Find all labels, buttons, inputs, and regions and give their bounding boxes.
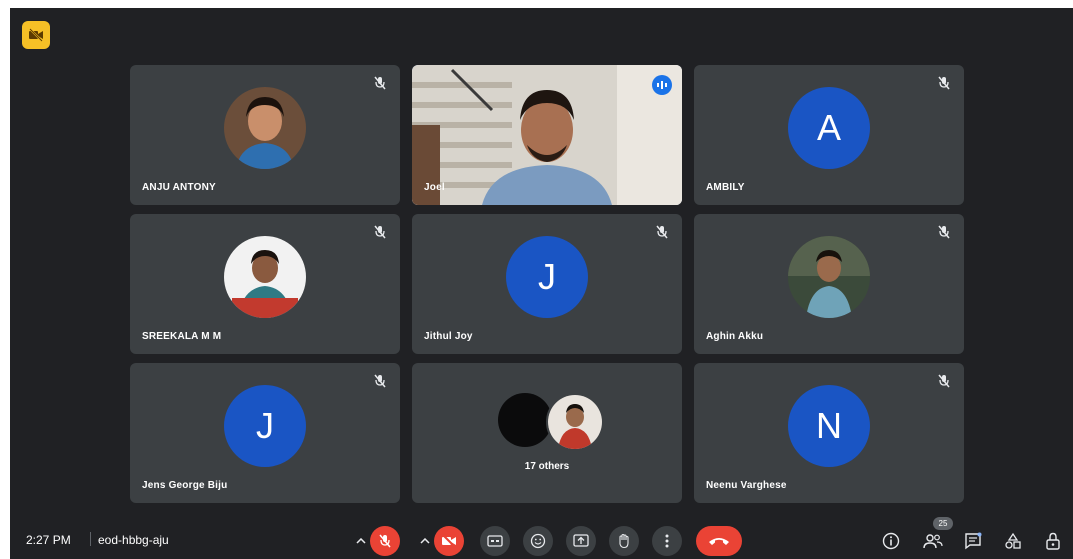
- clock: 2:27 PM: [26, 533, 71, 547]
- mic-off-icon: [374, 76, 386, 90]
- activities-button[interactable]: [1000, 528, 1026, 554]
- chat-button[interactable]: [960, 528, 986, 554]
- captions-button[interactable]: [480, 526, 510, 556]
- mic-toggle-button[interactable]: [370, 526, 400, 556]
- raise-hand-icon: [619, 533, 629, 549]
- camera-toggle-button[interactable]: [434, 526, 464, 556]
- others-avatar-dark: [498, 393, 552, 447]
- mic-off-icon: [374, 225, 386, 239]
- participant-avatar: A: [788, 87, 870, 169]
- meeting-code[interactable]: eod-hbbg-aju: [98, 533, 169, 547]
- present-icon: [573, 534, 589, 547]
- host-controls-button[interactable]: [1040, 528, 1066, 554]
- participant-name: AMBILY: [706, 182, 745, 193]
- more-vert-icon: [665, 534, 669, 548]
- participant-tile[interactable]: A AMBILY: [694, 65, 964, 205]
- people-button[interactable]: [920, 528, 946, 554]
- participant-name: Joel: [424, 182, 445, 193]
- end-call-icon: [709, 538, 729, 545]
- audio-options-chevron-icon[interactable]: [352, 530, 370, 552]
- participant-avatar: [224, 87, 306, 169]
- participant-avatar: J: [506, 236, 588, 318]
- meet-screen: ANJU ANTONY Joel A AMBILY SREEKALA M M J…: [10, 8, 1073, 559]
- mic-off-icon: [379, 534, 391, 548]
- divider: [90, 532, 91, 546]
- participant-name: ANJU ANTONY: [142, 182, 216, 193]
- participant-tile[interactable]: J Jithul Joy: [412, 214, 682, 354]
- meeting-details-button[interactable]: [878, 528, 904, 554]
- chat-icon: [965, 532, 982, 550]
- raise-hand-button[interactable]: [609, 526, 639, 556]
- emoji-icon: [530, 533, 546, 549]
- info-icon: [882, 532, 900, 550]
- participant-video: [412, 65, 682, 205]
- participant-tile[interactable]: Aghin Akku: [694, 214, 964, 354]
- mic-off-icon: [938, 225, 950, 239]
- present-button[interactable]: [566, 526, 596, 556]
- participant-avatar: [788, 236, 870, 318]
- participant-name: Aghin Akku: [706, 331, 764, 342]
- speaking-indicator-icon: [652, 75, 672, 95]
- participant-name: Neenu Varghese: [706, 480, 787, 491]
- mic-off-icon: [938, 76, 950, 90]
- participant-avatar: [224, 236, 306, 318]
- cam-off-icon: [442, 534, 456, 548]
- participant-tile-active-speaker[interactable]: Joel: [412, 65, 682, 205]
- others-count: 17 others: [524, 461, 570, 472]
- others-avatar-photo: [546, 393, 604, 451]
- participant-tile[interactable]: SREEKALA M M: [130, 214, 400, 354]
- mic-off-icon: [656, 225, 668, 239]
- reactions-button[interactable]: [523, 526, 553, 556]
- participant-tile[interactable]: N Neenu Varghese: [694, 363, 964, 503]
- participant-avatar: N: [788, 385, 870, 467]
- activities-icon: [1005, 532, 1021, 549]
- host-controls-icon: [1046, 532, 1060, 550]
- participant-name: SREEKALA M M: [142, 331, 222, 342]
- bottom-bar: 2:27 PM eod-hbbg-aju 25: [10, 516, 1073, 559]
- video-options-chevron-icon[interactable]: [416, 530, 434, 552]
- participant-tile[interactable]: ANJU ANTONY: [130, 65, 400, 205]
- participant-name: Jithul Joy: [424, 331, 473, 342]
- captions-icon: [487, 535, 503, 547]
- camera-off-indicator-icon[interactable]: [22, 21, 50, 49]
- participant-avatar: J: [224, 385, 306, 467]
- participant-tile[interactable]: J Jens George Biju: [130, 363, 400, 503]
- leave-call-button[interactable]: [696, 526, 742, 556]
- mic-off-icon: [374, 374, 386, 388]
- more-options-button[interactable]: [652, 526, 682, 556]
- others-tile[interactable]: 17 others: [412, 363, 682, 503]
- mic-off-icon: [938, 374, 950, 388]
- participant-name: Jens George Biju: [142, 480, 228, 491]
- people-icon: [923, 534, 943, 549]
